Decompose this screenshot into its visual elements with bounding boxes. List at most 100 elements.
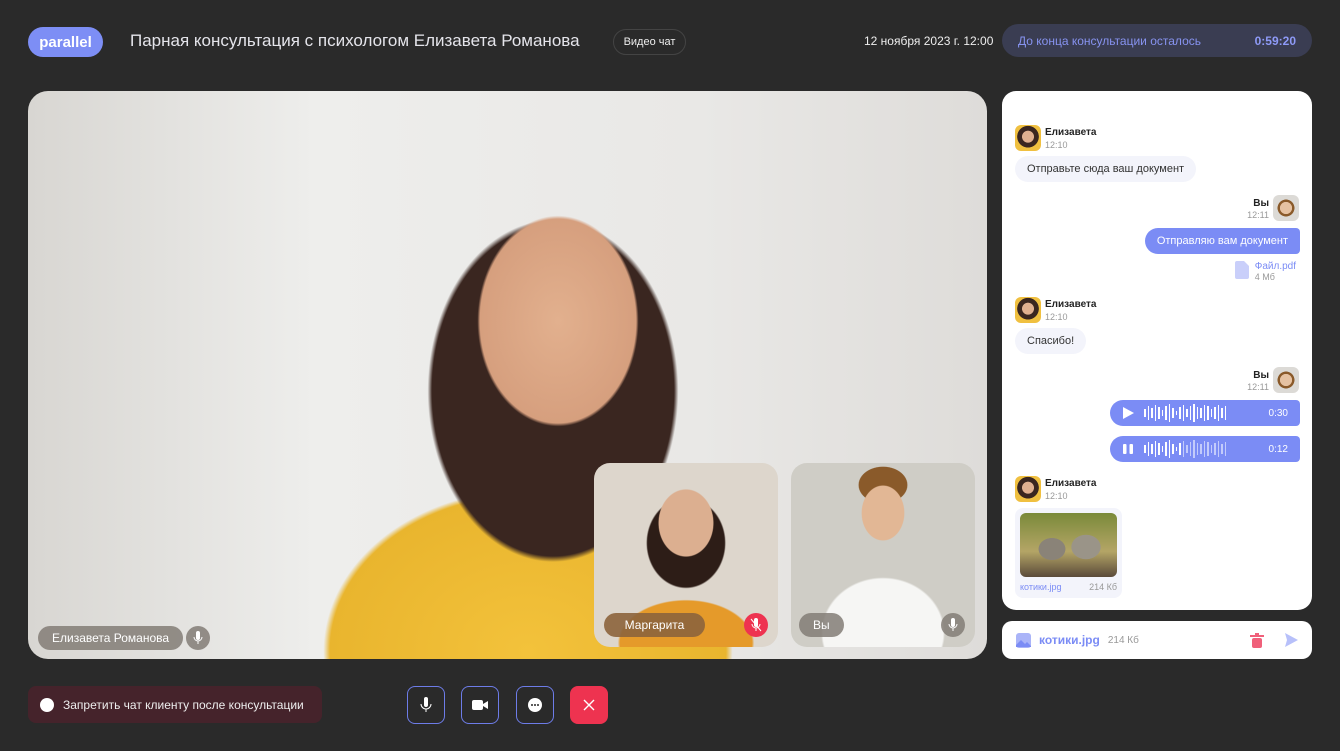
waveform-bar: [1154, 405, 1156, 421]
mic-icon[interactable]: [186, 626, 210, 650]
file-attachment[interactable]: Файл.pdf 4 Мб: [1234, 261, 1296, 282]
mic-icon[interactable]: [941, 613, 965, 637]
timer-pill: До конца консультации осталось 0:59:20: [1002, 24, 1312, 57]
waveform-bar: [1175, 411, 1177, 415]
camera-icon: [472, 700, 488, 710]
message-bubble: Отправьте сюда ваш документ: [1015, 156, 1197, 182]
avatar: [1273, 367, 1299, 393]
pause-icon: [1123, 444, 1133, 454]
file-size: 4 Мб: [1254, 272, 1275, 282]
waveform-bar: [1144, 445, 1146, 453]
waveform-bar: [1168, 404, 1170, 422]
waveform-bar: [1203, 441, 1205, 457]
audio-duration: 0:30: [1268, 407, 1288, 419]
attached-file-size: 214 Кб: [1107, 634, 1139, 646]
page-title: Парная консультация с психологом Елизаве…: [130, 31, 580, 50]
waveform-bar: [1172, 408, 1174, 418]
file-name[interactable]: котики.jpg: [1020, 582, 1061, 592]
participant-tile-self[interactable]: Вы: [791, 463, 975, 647]
timer-label: До конца консультации осталось: [1018, 33, 1201, 48]
ban-chat-label: Запретить чат клиенту после консультации: [63, 697, 304, 712]
waveform-bar: [1161, 446, 1163, 452]
participant-name: Вы: [799, 613, 844, 637]
waveform-bar: [1161, 410, 1163, 416]
close-icon: [583, 699, 595, 711]
waveform-bar: [1214, 407, 1216, 419]
waveform-bar: [1196, 443, 1198, 455]
waveform-bar: [1147, 406, 1149, 420]
waveform-bar: [1144, 409, 1146, 417]
waveform: [1144, 404, 1259, 422]
waveform-bar: [1196, 407, 1198, 419]
message-time: 12:10: [1045, 140, 1068, 150]
image-icon: [1016, 632, 1031, 648]
message-author: Вы: [1253, 198, 1269, 209]
file-size: 214 Кб: [1089, 582, 1117, 592]
message-bubble: Спасибо!: [1015, 328, 1087, 354]
cats-image[interactable]: [1020, 513, 1117, 577]
session-date: 12 ноября 2023 г. 12:00: [864, 34, 994, 48]
file-icon: [1234, 261, 1249, 279]
waveform-bar: [1179, 407, 1181, 419]
waveform-bar: [1207, 406, 1209, 420]
waveform-bar: [1189, 442, 1191, 456]
ban-icon: [40, 697, 54, 712]
attached-file-name: котики.jpg: [1039, 633, 1100, 647]
end-call-button[interactable]: [570, 686, 608, 724]
waveform-bar: [1158, 407, 1160, 419]
trash-icon[interactable]: [1250, 632, 1264, 648]
waveform-bar: [1186, 409, 1188, 417]
audio-message[interactable]: 0:12: [1110, 436, 1300, 462]
message-time: 12:10: [1045, 491, 1068, 501]
mic-icon: [420, 697, 432, 712]
waveform-bar: [1200, 444, 1202, 454]
logo[interactable]: parallel: [28, 27, 103, 57]
participant-tile-margarita[interactable]: Маргарита: [594, 463, 778, 647]
waveform-bar: [1165, 442, 1167, 456]
chat-composer[interactable]: котики.jpg 214 Кб: [1002, 621, 1312, 659]
ban-chat-button[interactable]: Запретить чат клиенту после консультации: [28, 686, 322, 723]
image-attachment[interactable]: котики.jpg 214 Кб: [1015, 508, 1122, 598]
main-name-tag: Елизавета Романова: [38, 626, 184, 650]
avatar: [1015, 476, 1041, 502]
send-icon[interactable]: [1282, 633, 1298, 647]
waveform-bar: [1193, 440, 1195, 458]
waveform-bar: [1214, 443, 1216, 455]
file-name[interactable]: Файл.pdf: [1255, 261, 1296, 272]
message-author: Вы: [1253, 370, 1269, 381]
waveform-bar: [1179, 443, 1181, 455]
mic-muted-icon[interactable]: [744, 613, 768, 637]
audio-message[interactable]: 0:30: [1110, 400, 1300, 426]
waveform-bar: [1193, 404, 1195, 422]
waveform-bar: [1172, 444, 1174, 454]
waveform-bar: [1182, 405, 1184, 421]
avatar: [1015, 297, 1041, 323]
waveform-bar: [1221, 444, 1223, 454]
waveform-bar: [1165, 406, 1167, 420]
chat-panel[interactable]: Елизавета 12:10 Отправьте сюда ваш докум…: [1002, 91, 1312, 610]
waveform-bar: [1168, 440, 1170, 458]
waveform-bar: [1189, 406, 1191, 420]
mic-button[interactable]: [407, 686, 445, 724]
message-author: Елизавета: [1045, 299, 1097, 310]
waveform-bar: [1217, 405, 1219, 421]
waveform-bar: [1210, 445, 1212, 453]
waveform-bar: [1210, 409, 1212, 417]
message-time: 12:11: [1247, 382, 1269, 392]
timer-value: 0:59:20: [1254, 33, 1296, 48]
waveform-bar: [1224, 442, 1226, 456]
audio-duration: 0:12: [1268, 443, 1288, 455]
play-icon: [1123, 407, 1134, 419]
waveform-bar: [1151, 444, 1153, 454]
waveform-bar: [1186, 445, 1188, 453]
camera-button[interactable]: [461, 686, 499, 724]
waveform-bar: [1182, 441, 1184, 457]
chat-button[interactable]: [516, 686, 554, 724]
avatar: [1273, 195, 1299, 221]
message-author: Елизавета: [1045, 127, 1097, 138]
message-author: Елизавета: [1045, 478, 1097, 489]
waveform-bar: [1158, 443, 1160, 455]
type-badge: Видео чат: [613, 29, 686, 55]
message-time: 12:10: [1045, 312, 1068, 322]
avatar: [1015, 125, 1041, 151]
